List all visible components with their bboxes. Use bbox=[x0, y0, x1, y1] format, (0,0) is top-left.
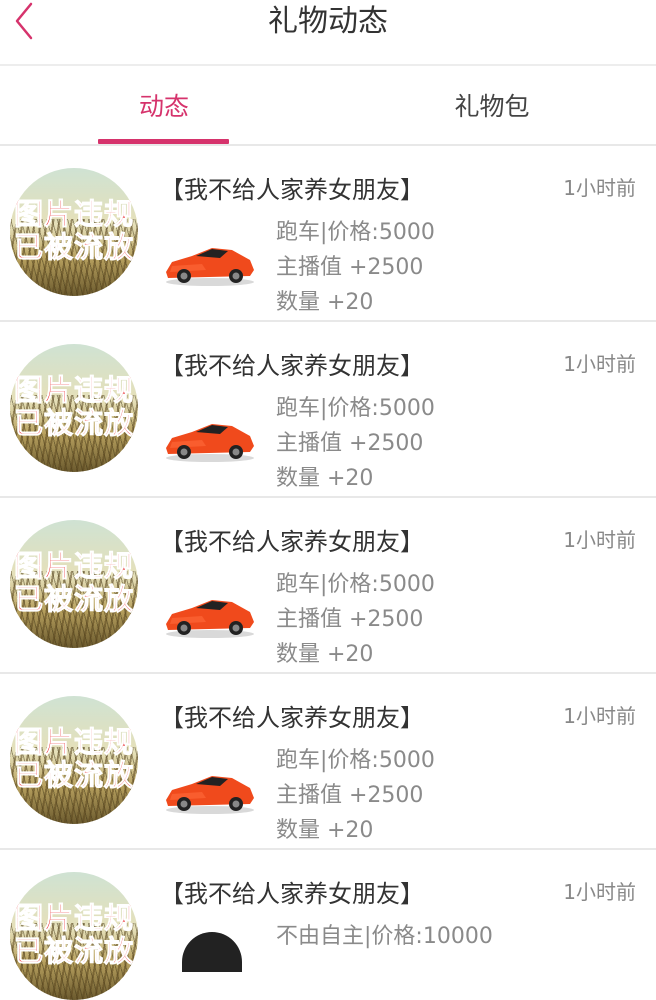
avatar-overlay-text: 图片违规 已被流放 bbox=[13, 549, 134, 616]
avatar-overlay-text: 图片违规 已被流放 bbox=[13, 725, 134, 792]
gift-price: 跑车|价格:5000 bbox=[276, 748, 435, 773]
sender-name[interactable]: 【我不给人家养女朋友】 bbox=[160, 522, 424, 557]
list-item[interactable]: 图片违规 已被流放 【我不给人家养女朋友】 1小时前 不由自主|价格:10000 bbox=[0, 850, 656, 1000]
tab-bar: 动态 礼物包 bbox=[0, 66, 656, 146]
timestamp: 1小时前 bbox=[563, 704, 636, 728]
sender-name[interactable]: 【我不给人家养女朋友】 bbox=[160, 698, 424, 733]
list-item[interactable]: 图片违规 已被流放 【我不给人家养女朋友】 1小时前 跑车|价格:5000 主播… bbox=[0, 322, 656, 498]
avatar-overlay-text: 图片违规 已被流放 bbox=[13, 901, 134, 968]
gift-price: 跑车|价格:5000 bbox=[276, 396, 435, 421]
avatar-overlay-text: 图片违规 已被流放 bbox=[13, 197, 134, 264]
avatar[interactable]: 图片违规 已被流放 bbox=[10, 872, 138, 1000]
gift-icon bbox=[182, 932, 242, 972]
host-value: 主播值 +2500 bbox=[276, 783, 424, 808]
sports-car-icon bbox=[166, 424, 254, 462]
list-item[interactable]: 图片违规 已被流放 【我不给人家养女朋友】 1小时前 跑车|价格:5000 主播… bbox=[0, 146, 656, 322]
avatar[interactable]: 图片违规 已被流放 bbox=[10, 168, 138, 296]
list-item[interactable]: 图片违规 已被流放 【我不给人家养女朋友】 1小时前 跑车|价格:5000 主播… bbox=[0, 674, 656, 850]
page-title: 礼物动态 bbox=[268, 4, 388, 39]
tab-gift-bag[interactable]: 礼物包 bbox=[328, 66, 656, 144]
gift-price: 跑车|价格:5000 bbox=[276, 572, 435, 597]
sports-car-icon bbox=[166, 776, 254, 814]
active-tab-indicator bbox=[98, 139, 229, 144]
avatar[interactable]: 图片违规 已被流放 bbox=[10, 520, 138, 648]
host-value: 主播值 +2500 bbox=[276, 607, 424, 632]
avatar[interactable]: 图片违规 已被流放 bbox=[10, 344, 138, 472]
gift-price: 不由自主|价格:10000 bbox=[276, 924, 493, 949]
sports-car-icon bbox=[166, 248, 254, 286]
header-bar: 礼物动态 bbox=[0, 0, 656, 66]
timestamp: 1小时前 bbox=[563, 352, 636, 376]
gift-quantity: 数量 +20 bbox=[276, 466, 374, 491]
timestamp: 1小时前 bbox=[563, 176, 636, 200]
avatar[interactable]: 图片违规 已被流放 bbox=[10, 696, 138, 824]
timestamp: 1小时前 bbox=[563, 880, 636, 904]
gift-quantity: 数量 +20 bbox=[276, 290, 374, 315]
sports-car-icon bbox=[166, 600, 254, 638]
gift-quantity: 数量 +20 bbox=[276, 818, 374, 843]
gift-quantity: 数量 +20 bbox=[276, 642, 374, 667]
timestamp: 1小时前 bbox=[563, 528, 636, 552]
avatar-overlay-text: 图片违规 已被流放 bbox=[13, 373, 134, 440]
sender-name[interactable]: 【我不给人家养女朋友】 bbox=[160, 170, 424, 205]
host-value: 主播值 +2500 bbox=[276, 431, 424, 456]
gift-feed-list: 图片违规 已被流放 【我不给人家养女朋友】 1小时前 跑车|价格:5000 主播… bbox=[0, 146, 656, 1000]
list-item[interactable]: 图片违规 已被流放 【我不给人家养女朋友】 1小时前 跑车|价格:5000 主播… bbox=[0, 498, 656, 674]
sender-name[interactable]: 【我不给人家养女朋友】 bbox=[160, 346, 424, 381]
host-value: 主播值 +2500 bbox=[276, 255, 424, 280]
sender-name[interactable]: 【我不给人家养女朋友】 bbox=[160, 874, 424, 909]
gift-price: 跑车|价格:5000 bbox=[276, 220, 435, 245]
tab-feed[interactable]: 动态 bbox=[0, 66, 328, 144]
